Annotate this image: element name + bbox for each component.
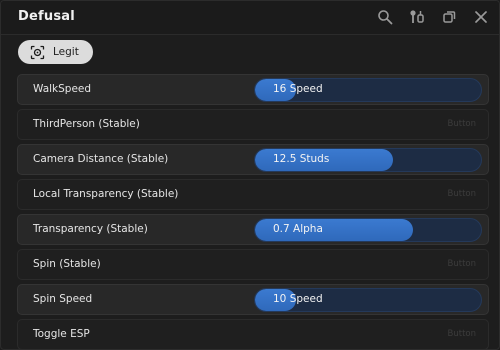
setting-row-walkspeed: WalkSpeed 16 Speed xyxy=(17,74,489,105)
title-bar[interactable]: Defusal xyxy=(1,1,499,35)
pin-settings-icon[interactable] xyxy=(407,7,427,27)
setting-label: Transparency (Stable) xyxy=(33,223,148,235)
setting-label: Spin (Stable) xyxy=(33,258,101,270)
slider-value: 12.5 Studs xyxy=(273,153,330,165)
close-icon[interactable] xyxy=(471,7,491,27)
setting-label: Spin Speed xyxy=(33,293,93,305)
tab-label: Legit xyxy=(53,46,79,58)
setting-label: Camera Distance (Stable) xyxy=(33,153,169,165)
setting-label: WalkSpeed xyxy=(33,83,92,95)
setting-label: Local Transparency (Stable) xyxy=(33,188,179,200)
minimize-icon[interactable] xyxy=(439,7,459,27)
walkspeed-slider[interactable]: 16 Speed xyxy=(254,78,482,102)
window-title: Defusal xyxy=(18,9,75,24)
title-bar-actions xyxy=(375,7,491,27)
setting-row-spin-speed: Spin Speed 10 Speed xyxy=(17,284,489,315)
slider-value: 10 Speed xyxy=(273,293,323,305)
setting-row-local-transparency-stable[interactable]: Local Transparency (Stable) Button xyxy=(17,179,489,210)
button-hint: Button xyxy=(447,119,476,129)
transparency-stable-slider[interactable]: 0.7 Alpha xyxy=(254,218,482,242)
camera-distance-stable-slider[interactable]: 12.5 Studs xyxy=(254,148,482,172)
settings-list: WalkSpeed 16 Speed ThirdPerson (Stable) But… xyxy=(17,74,489,349)
setting-row-transparency-stable: Transparency (Stable) 0.7 Alpha xyxy=(17,214,489,245)
button-hint: Button xyxy=(447,189,476,199)
tab-legit[interactable]: Legit xyxy=(18,40,93,64)
setting-label: Toggle ESP xyxy=(33,328,90,340)
setting-label: ThirdPerson (Stable) xyxy=(33,118,140,130)
tab-bar: Legit xyxy=(18,40,93,64)
search-icon[interactable] xyxy=(375,7,395,27)
spin-speed-slider[interactable]: 10 Speed xyxy=(254,288,482,312)
button-hint: Button xyxy=(447,259,476,269)
defusal-window: Defusal Legit WalkSpeed 16 Speed ThirdPe… xyxy=(0,0,500,350)
setting-row-thirdperson-stable[interactable]: ThirdPerson (Stable) Button xyxy=(17,109,489,140)
slider-value: 0.7 Alpha xyxy=(273,223,323,235)
setting-row-toggle-esp[interactable]: Toggle ESP Button xyxy=(17,319,489,349)
target-icon xyxy=(30,45,45,60)
slider-value: 16 Speed xyxy=(273,83,323,95)
setting-row-camera-distance-stable: Camera Distance (Stable) 12.5 Studs xyxy=(17,144,489,175)
setting-row-spin-stable[interactable]: Spin (Stable) Button xyxy=(17,249,489,280)
button-hint: Button xyxy=(447,329,476,339)
